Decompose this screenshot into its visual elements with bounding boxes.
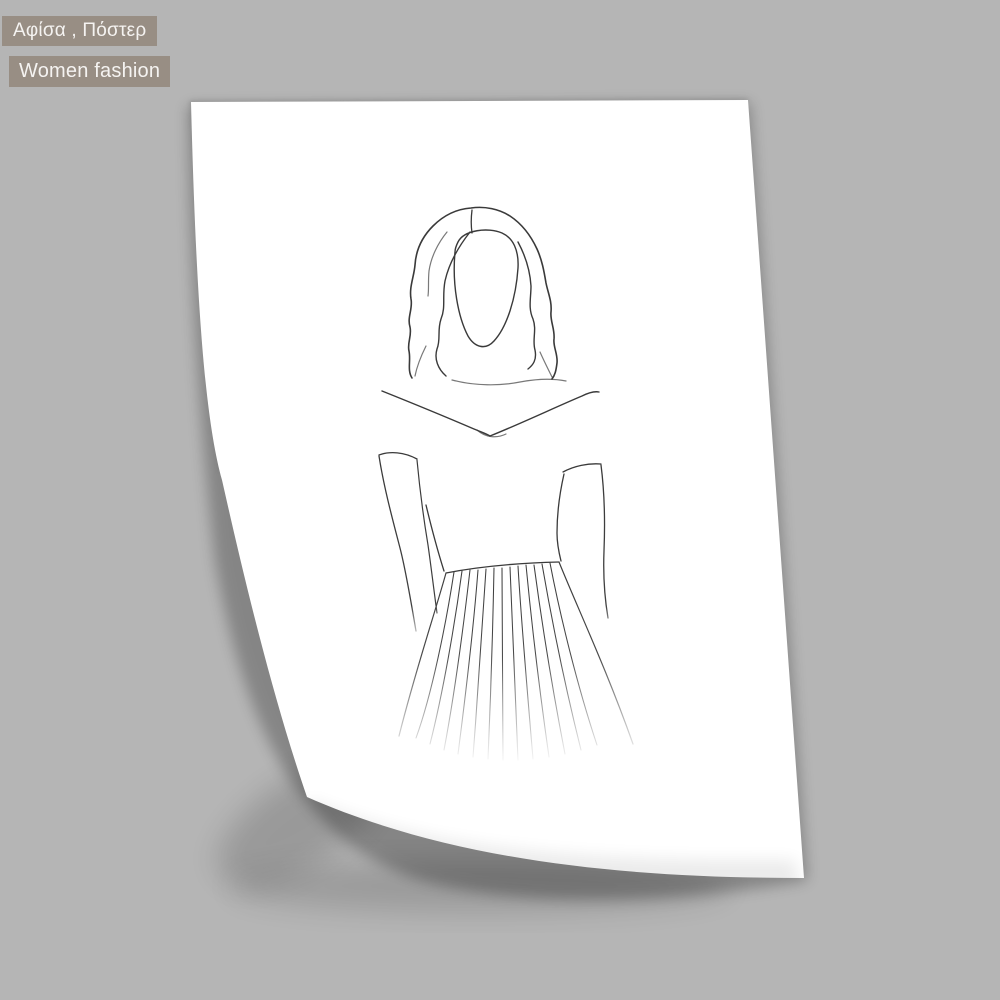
poster-canvas	[188, 99, 807, 912]
poster-mockup-scene: Αφίσα , Πόστερ Women fashion	[0, 0, 1000, 1000]
tag-category-women-fashion[interactable]: Women fashion	[9, 56, 171, 87]
tag-category-greek[interactable]: Αφίσα , Πόστερ	[2, 16, 158, 46]
